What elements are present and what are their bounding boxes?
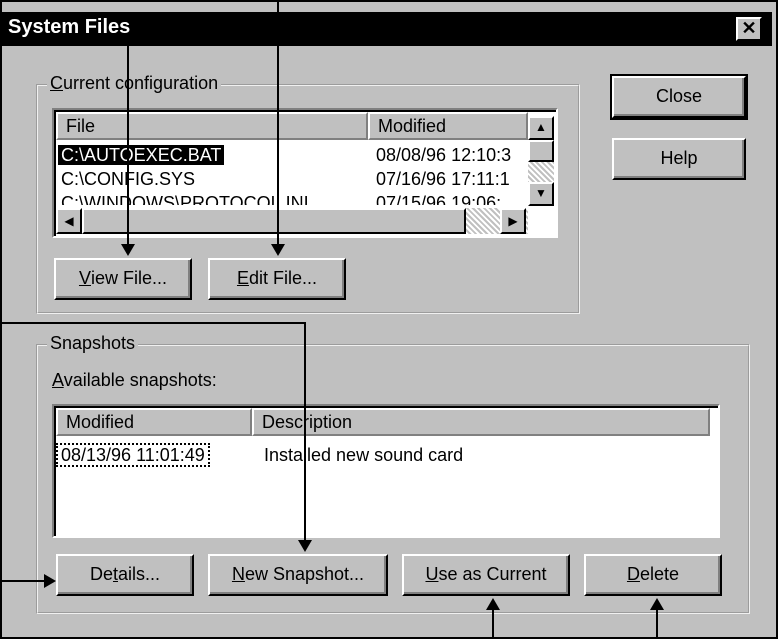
table-row[interactable]: C:\AUTOEXEC.BAT — [58, 143, 225, 167]
snapshot-description-cell: Installed new sound card — [264, 445, 464, 465]
details-button[interactable]: Details... — [56, 554, 194, 596]
vertical-scroll-thumb[interactable] — [528, 140, 554, 162]
callout-arrow-icon — [121, 244, 135, 256]
file-name-cell: C:\AUTOEXEC.BAT — [58, 145, 225, 165]
callout-arrow-icon — [271, 244, 285, 256]
column-header-file[interactable]: File — [56, 112, 368, 140]
scroll-left-icon[interactable]: ◀ — [56, 208, 82, 234]
close-button[interactable]: Close — [610, 74, 748, 120]
modified-cell: 07/16/96 17:11:1 — [376, 169, 510, 189]
column-header-modified[interactable]: Modified — [56, 408, 252, 436]
modified-cell: 07/15/96 19:06: — [376, 193, 502, 205]
callout-line-view-file — [127, 40, 129, 248]
callout-line-new-snapshot — [0, 322, 306, 324]
callout-line-view-file — [0, 40, 128, 42]
table-row[interactable]: C:\WINDOWS\PROTOCOL.INI — [61, 191, 309, 205]
callout-line-new-snapshot — [304, 322, 306, 544]
close-icon[interactable]: ✕ — [736, 17, 762, 41]
help-button[interactable]: Help — [612, 138, 746, 180]
snapshot-modified-cell: 08/13/96 11:01:49 — [56, 443, 210, 467]
horizontal-scroll-thumb[interactable] — [82, 208, 466, 234]
callout-arrow-icon — [44, 574, 56, 588]
column-header-modified[interactable]: Modified — [368, 112, 528, 140]
modified-cell: 08/08/96 12:10:3 — [376, 145, 512, 165]
snapshots-label: Snapshots — [47, 333, 139, 354]
snapshots-list[interactable]: Modified Description 08/13/96 11:01:49 I… — [52, 404, 720, 538]
scroll-down-icon[interactable]: ▼ — [528, 182, 554, 206]
use-as-current-button[interactable]: Use as Current — [402, 554, 570, 596]
file-name-cell: C:\WINDOWS\PROTOCOL.INI — [61, 193, 309, 205]
view-file-button[interactable]: View File... — [54, 258, 192, 300]
callout-line-details — [0, 580, 46, 582]
table-row[interactable]: 08/13/96 11:01:49 — [56, 443, 210, 467]
available-snapshots-label: Available snapshots: — [52, 370, 217, 390]
edit-file-button[interactable]: Edit File... — [208, 258, 346, 300]
callout-arrow-icon — [298, 540, 312, 552]
delete-button[interactable]: Delete — [584, 554, 722, 596]
column-header-description[interactable]: Description — [252, 408, 710, 436]
scroll-up-icon[interactable]: ▲ — [528, 116, 554, 140]
callout-arrow-icon — [486, 598, 500, 610]
callout-arrow-icon — [650, 598, 664, 610]
window-title: System Files — [8, 16, 131, 38]
new-snapshot-button[interactable]: New Snapshot... — [208, 554, 388, 596]
callout-line-edit-file — [277, 0, 279, 248]
callout-line-delete — [656, 608, 658, 639]
callout-line-use-as-current — [492, 608, 494, 639]
scroll-right-icon[interactable]: ▶ — [500, 208, 526, 234]
current-configuration-label: Current configuration — [47, 73, 222, 94]
